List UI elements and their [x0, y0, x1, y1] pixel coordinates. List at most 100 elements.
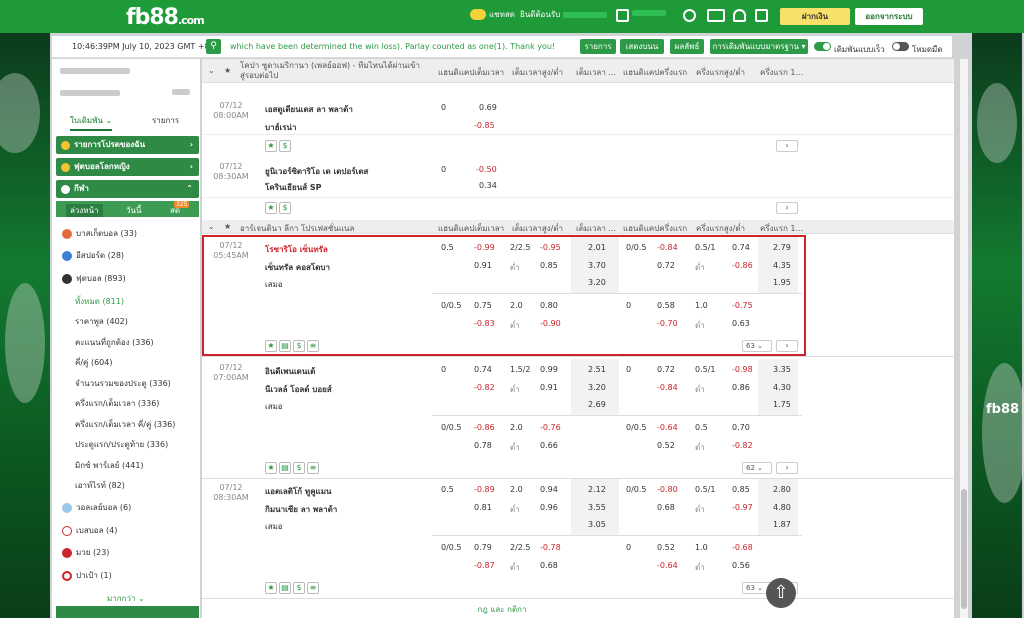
womens-world-cup-section[interactable]: ฟุตบอลโลกหญิง ›	[56, 158, 199, 176]
odds-cell[interactable]: 0.85	[732, 485, 750, 494]
odds-cell[interactable]: -0.82	[732, 441, 753, 450]
odds-cell[interactable]: -0.68	[732, 543, 753, 552]
refresh-icon[interactable]	[683, 9, 696, 22]
odds-cell[interactable]: 0.80	[540, 301, 558, 310]
odds-cell[interactable]: 3.05	[588, 520, 606, 529]
odds-cell[interactable]: -0.64	[657, 423, 678, 432]
odds-cell[interactable]: 0	[626, 365, 631, 374]
odds-cell[interactable]: 0.99	[540, 365, 558, 374]
odds-cell[interactable]: -0.84	[657, 383, 678, 392]
odds-cell[interactable]: -0.98	[732, 365, 753, 374]
star-icon[interactable]: ★	[224, 66, 231, 75]
odds-cell[interactable]: 0.94	[540, 485, 558, 494]
stats-icon[interactable]: ▤	[279, 582, 291, 594]
sport-boxing[interactable]: มวย (23)	[62, 546, 109, 559]
ticket-icon[interactable]	[707, 9, 725, 22]
star-icon[interactable]: ★	[265, 140, 277, 152]
live-chat-button[interactable]: แชทสด	[470, 8, 515, 21]
odds-cell[interactable]: 2.12	[588, 485, 606, 494]
odds-cell[interactable]: 0.72	[657, 261, 675, 270]
odds-cell[interactable]: 0.34	[479, 181, 497, 190]
soccer-sub-item[interactable]: คี่/คู่ (604)	[75, 356, 112, 369]
league-header[interactable]: ⌄ ★ โคปา ซูดาเมริกานา (เพลย์ออฟ) - ทีมไห…	[202, 59, 954, 83]
odds-cell[interactable]: 0.74	[474, 365, 492, 374]
odds-cell[interactable]: 0.52	[657, 543, 675, 552]
star-icon[interactable]: ★	[265, 462, 277, 474]
chart-icon[interactable]: ≡	[307, 582, 319, 594]
sidebar-next-section[interactable]	[56, 606, 199, 618]
odds-cell[interactable]: 0.56	[732, 561, 750, 570]
odds-cell[interactable]: 0.5	[695, 423, 708, 432]
odds-cell[interactable]: 4.35	[773, 261, 791, 270]
odds-cell[interactable]: 0.70	[732, 423, 750, 432]
odds-cell[interactable]: 2/2.5	[510, 543, 531, 552]
odds-cell[interactable]: 0.75	[474, 301, 492, 310]
odds-cell[interactable]: 3.70	[588, 261, 606, 270]
odds-cell[interactable]: 0.5/1	[695, 243, 716, 252]
odds-cell[interactable]: 0.5/1	[695, 365, 716, 374]
odds-cell[interactable]: -0.78	[540, 543, 561, 552]
sport-volleyball[interactable]: วอลเลย์บอล (6)	[62, 501, 131, 514]
dollar-icon[interactable]: $	[293, 462, 305, 474]
odds-cell[interactable]: 0/0.5	[626, 485, 647, 494]
scroll-top-button[interactable]: ⇧	[766, 578, 796, 608]
live-button[interactable]: เสดงบนน	[620, 39, 664, 54]
odds-cell[interactable]: 1.75	[773, 400, 791, 409]
odds-cell[interactable]: 0.91	[540, 383, 558, 392]
odds-cell[interactable]: -0.84	[657, 243, 678, 252]
odds-cell[interactable]: -0.83	[474, 319, 495, 328]
odds-cell[interactable]: 4.80	[773, 503, 791, 512]
dollar-icon[interactable]: $	[279, 202, 291, 214]
deposit-button[interactable]: ฝากเงิน	[780, 8, 850, 25]
odds-cell[interactable]: 0/0.5	[626, 243, 647, 252]
favorites-section[interactable]: รายการโปรดของฉัน ›	[56, 136, 199, 154]
odds-cell[interactable]: 3.55	[588, 503, 606, 512]
odds-cell[interactable]: 0.5	[441, 243, 454, 252]
odds-cell[interactable]: 0.78	[474, 441, 492, 450]
chevron-right-icon[interactable]: ›	[776, 462, 798, 474]
soccer-sub-item[interactable]: ทั้งหมด (811)	[75, 295, 124, 308]
soccer-sub-item[interactable]: คะแนนที่ถูกต้อง (336)	[75, 336, 154, 349]
sport-esports[interactable]: อีสปอร์ต (28)	[62, 249, 124, 262]
soccer-sub-item[interactable]: ครึ่งแรก/เต็มเวลา คี่/คู่ (336)	[75, 418, 175, 431]
odds-cell[interactable]: 0.86	[732, 383, 750, 392]
logo[interactable]: fb88.com	[126, 5, 205, 30]
odds-cell[interactable]: 0	[626, 301, 631, 310]
odds-cell[interactable]: 4.30	[773, 383, 791, 392]
odds-cell[interactable]: 0/0.5	[441, 543, 462, 552]
odds-cell[interactable]: 0.72	[657, 365, 675, 374]
odds-cell[interactable]: -0.95	[540, 243, 561, 252]
odds-cell[interactable]: 0.58	[657, 301, 675, 310]
odds-cell[interactable]: 0.66	[540, 441, 558, 450]
scrollbar[interactable]	[960, 59, 968, 618]
logout-button[interactable]: ออกจากระบบ	[855, 8, 923, 25]
odds-cell[interactable]: 1.87	[773, 520, 791, 529]
search-icon[interactable]: ⚲	[206, 39, 221, 54]
odds-cell[interactable]: 1.0	[695, 543, 708, 552]
odds-cell[interactable]: 0.5/1	[695, 485, 716, 494]
chart-icon[interactable]: ≡	[307, 462, 319, 474]
chevron-right-icon[interactable]: ›	[776, 340, 798, 352]
odds-cell[interactable]: 0	[441, 365, 446, 374]
odds-cell[interactable]: -0.87	[474, 561, 495, 570]
league-header[interactable]: ⌄ ★ อาร์เจนตินา ลีกา โปรเฟสชั่นแนล แฮนดิ…	[202, 220, 954, 234]
odds-cell[interactable]: 0.81	[474, 503, 492, 512]
chevron-right-icon[interactable]: ›	[776, 140, 798, 152]
odds-cell[interactable]: -0.64	[657, 561, 678, 570]
odds-cell[interactable]: 0.85	[540, 261, 558, 270]
odds-cell[interactable]: 0.63	[732, 319, 750, 328]
star-icon[interactable]: ★	[224, 222, 231, 231]
odds-cell[interactable]: -0.90	[540, 319, 561, 328]
tab-today[interactable]: วันนี้	[126, 204, 141, 217]
more-sports-button[interactable]: มากกว่า ⌄	[107, 592, 145, 605]
soccer-sub-item[interactable]: จำนวนรวมของประตู (336)	[75, 377, 171, 390]
results-button[interactable]: ผลลัพธ์	[670, 39, 704, 54]
odds-cell[interactable]: -0.86	[474, 423, 495, 432]
odds-cell[interactable]: 0.69	[479, 103, 497, 112]
odds-cell[interactable]: 0.68	[657, 503, 675, 512]
odds-cell[interactable]: 0.52	[657, 441, 675, 450]
odds-cell[interactable]: 0/0.5	[626, 423, 647, 432]
soccer-sub-item[interactable]: มิกซ์ พาร์เลย์ (441)	[75, 459, 144, 472]
odds-cell[interactable]: -0.80	[657, 485, 678, 494]
sport-darts[interactable]: ปาเป้า (1)	[62, 569, 112, 582]
